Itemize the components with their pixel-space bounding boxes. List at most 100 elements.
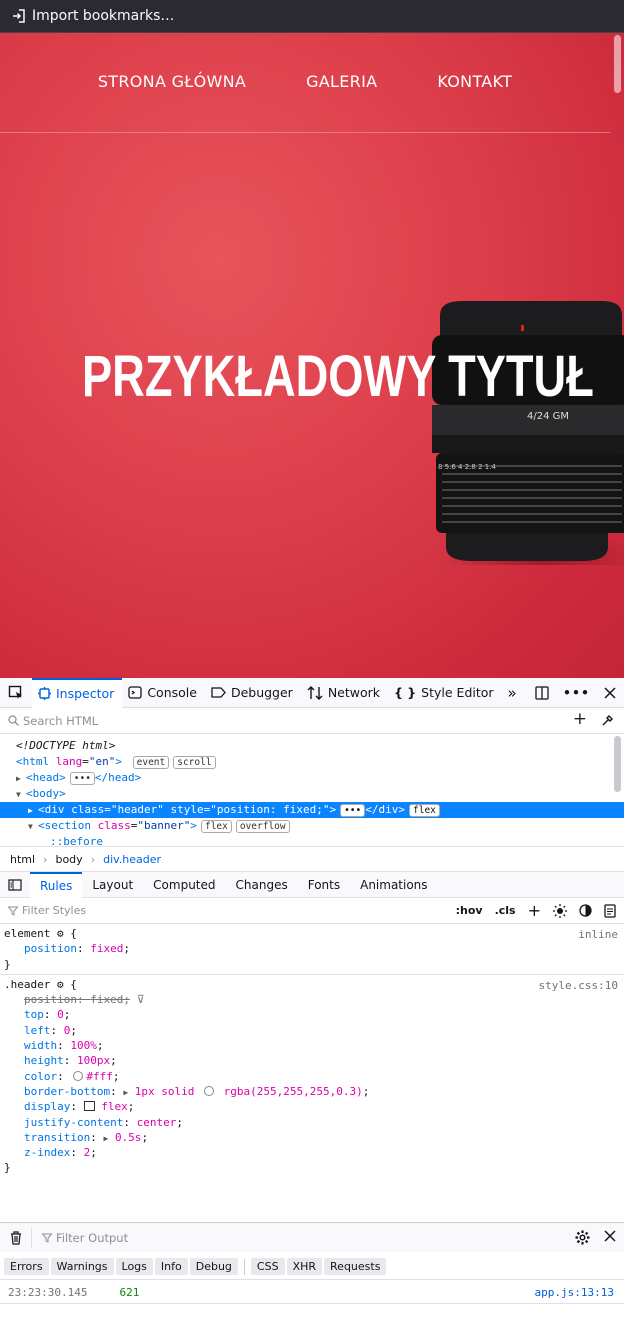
tab-inspector[interactable]: Inspector (32, 677, 123, 708)
light-mode-icon[interactable] (553, 903, 567, 918)
css-prop-value[interactable]: 100% (70, 1039, 97, 1052)
hover-state-toggle[interactable]: :hov (456, 904, 483, 917)
tab-computed[interactable]: Computed (143, 872, 225, 898)
color-swatch[interactable] (204, 1085, 215, 1096)
more-tabs-icon[interactable]: » (502, 678, 525, 708)
print-media-icon[interactable] (604, 903, 616, 918)
css-prop-name[interactable]: border-bottom (4, 1085, 110, 1098)
css-prop-name[interactable]: color (4, 1070, 57, 1083)
markup-body[interactable]: ▼ <body> (0, 786, 624, 802)
breadcrumb-body[interactable]: body (55, 853, 82, 866)
rule-selector[interactable]: .header (4, 978, 50, 991)
scroll-badge[interactable]: scroll (173, 756, 216, 769)
html-search-input[interactable]: Search HTML (23, 714, 98, 728)
overflow-menu-icon[interactable]: ••• (563, 685, 590, 700)
filter-logs[interactable]: Logs (115, 1258, 153, 1275)
tab-rules[interactable]: Rules (30, 871, 83, 898)
gear-icon[interactable] (575, 1230, 590, 1245)
css-prop-name[interactable]: z-index (4, 1146, 70, 1159)
tab-fonts[interactable]: Fonts (298, 872, 350, 898)
element-picker-icon[interactable] (0, 678, 32, 708)
filter-styles-input[interactable]: Filter Styles (22, 904, 86, 917)
filter-output-input[interactable]: Filter Output (56, 1231, 128, 1245)
dark-mode-icon[interactable] (579, 904, 592, 917)
add-rule-icon[interactable]: + (528, 901, 541, 920)
markup-head[interactable]: ▶ <head> ••• </head> (0, 770, 624, 786)
collapsed-badge[interactable]: ••• (340, 804, 366, 817)
css-prop-name[interactable]: display (4, 1100, 70, 1113)
css-prop-name[interactable]: left (4, 1024, 51, 1037)
markup-before[interactable]: ::before (0, 834, 624, 846)
collapsed-badge[interactable]: ••• (69, 772, 95, 785)
filter-errors[interactable]: Errors (4, 1258, 49, 1275)
tab-network[interactable]: Network (301, 678, 388, 708)
css-prop-name[interactable]: transition (4, 1131, 90, 1144)
markup-div-header-selected[interactable]: ▶ <div class="header" style="position: fi… (0, 802, 624, 818)
overflow-badge[interactable]: overflow (235, 820, 290, 833)
filter-xhr[interactable]: XHR (286, 1258, 323, 1275)
nav-contact[interactable]: KONTAKT (437, 72, 512, 91)
console-source-link[interactable]: app.js:13:13 (535, 1286, 624, 1299)
css-prop-name[interactable]: position (4, 942, 77, 955)
markup-scrollbar[interactable] (614, 736, 621, 792)
expand-icon[interactable]: ▶ (16, 771, 26, 787)
rule-selector[interactable]: element (4, 927, 50, 940)
breadcrumb-div-header[interactable]: div.header (103, 853, 161, 866)
trash-icon[interactable] (0, 1227, 32, 1248)
css-prop-name[interactable]: height (4, 1054, 64, 1067)
tab-animations[interactable]: Animations (350, 872, 437, 898)
expand-icon[interactable]: ▶ (28, 803, 38, 819)
color-swatch[interactable] (73, 1070, 84, 1081)
event-badge[interactable]: event (132, 756, 170, 769)
filter-warnings[interactable]: Warnings (50, 1258, 114, 1275)
page-scrollbar[interactable] (610, 33, 624, 678)
collapse-icon[interactable]: ▼ (28, 819, 38, 835)
gear-icon[interactable]: ⚙ (57, 978, 64, 991)
page-scrollbar-thumb[interactable] (614, 35, 621, 93)
expand-icon[interactable]: ▶ (123, 1088, 128, 1097)
flexbox-highlighter-icon[interactable] (83, 1101, 95, 1112)
css-prop-value[interactable]: center (137, 1116, 177, 1129)
dock-icon[interactable] (535, 685, 549, 700)
rule-source-link[interactable]: style.css:10 (539, 979, 618, 992)
nav-home[interactable]: STRONA GŁÓWNA (98, 72, 246, 91)
expand-icon[interactable]: ▶ (103, 1134, 108, 1143)
css-prop-overridden[interactable]: position: fixed; (4, 993, 130, 1006)
filter-icon[interactable]: ⊽ (137, 993, 145, 1006)
filter-css[interactable]: CSS (250, 1258, 285, 1275)
flex-badge[interactable]: flex (200, 820, 232, 833)
gear-icon[interactable]: ⚙ (57, 927, 64, 940)
css-prop-value[interactable]: 0 (57, 1008, 64, 1021)
nav-gallery[interactable]: GALERIA (306, 72, 377, 91)
css-prop-name[interactable]: justify-content (4, 1116, 123, 1129)
eyedropper-icon[interactable] (601, 714, 614, 727)
add-node-icon[interactable]: + (573, 711, 587, 728)
filter-debug[interactable]: Debug (189, 1258, 238, 1275)
filter-requests[interactable]: Requests (324, 1258, 387, 1275)
markup-section-banner[interactable]: ▼ <section class="banner"> flex overflow (0, 818, 624, 834)
collapse-icon[interactable]: ▼ (16, 787, 26, 803)
flex-badge[interactable]: flex (409, 804, 440, 817)
tab-style-editor[interactable]: { } Style Editor (388, 678, 502, 708)
css-prop-value[interactable]: 0.5s (115, 1131, 142, 1144)
css-prop-value[interactable]: flex (101, 1100, 128, 1113)
import-bookmarks-link[interactable]: Import bookmarks… (32, 8, 174, 24)
css-prop-name[interactable]: top (4, 1008, 44, 1021)
tab-console[interactable]: Console (122, 678, 205, 708)
breadcrumb-html[interactable]: html (10, 853, 35, 866)
toggle-sidebar-icon[interactable] (0, 872, 30, 898)
markup-doctype[interactable]: <!DOCTYPE html> (0, 738, 624, 754)
css-prop-value[interactable]: 2 (84, 1146, 91, 1159)
class-toggle[interactable]: .cls (495, 904, 516, 917)
close-devtools-icon[interactable] (604, 686, 616, 699)
markup-html[interactable]: <html lang="en"> event scroll (0, 754, 624, 770)
css-prop-value[interactable]: 1px solid rgba(255,255,255,0.3) (135, 1085, 363, 1098)
css-prop-value[interactable]: 100px (77, 1054, 110, 1067)
css-prop-value[interactable]: 0 (64, 1024, 71, 1037)
css-prop-value[interactable]: fixed (90, 942, 123, 955)
tab-changes[interactable]: Changes (226, 872, 298, 898)
close-icon[interactable] (604, 1230, 616, 1242)
css-prop-name[interactable]: width (4, 1039, 57, 1052)
tab-debugger[interactable]: Debugger (205, 678, 301, 708)
tab-layout[interactable]: Layout (82, 872, 143, 898)
